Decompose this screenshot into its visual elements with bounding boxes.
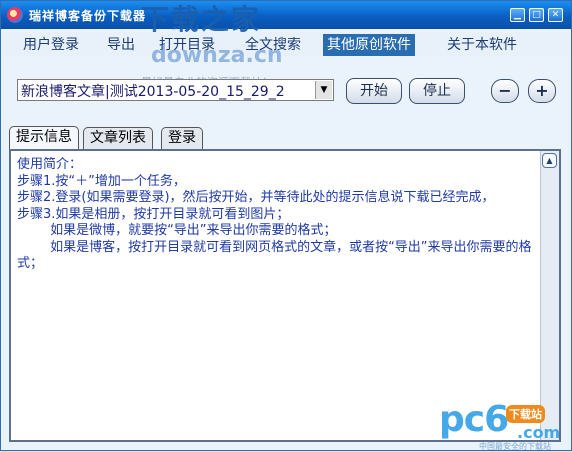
- watermark-pc6-domain: .com: [517, 423, 561, 442]
- info-line: 步骤1.按“＋”增加一个任务，: [17, 173, 186, 189]
- menu-user-login[interactable]: 用户登录: [19, 34, 83, 56]
- scroll-up-icon[interactable]: ▲: [542, 153, 557, 168]
- menu-export[interactable]: 导出: [103, 34, 139, 56]
- vertical-scrollbar[interactable]: ▲: [540, 151, 559, 440]
- info-line: 如果是博客，按打开目录就可看到网页格式的文章，或者按“导出”来导出你需要的格式；: [17, 239, 532, 272]
- tab-article-list[interactable]: 文章列表: [83, 127, 153, 149]
- app-window: 瑞祥博客备份下载器 下载之家 ▁ □ ✕ 用户登录 导出 打开目录 全文搜索 其…: [0, 0, 572, 451]
- add-task-button[interactable]: +: [528, 79, 556, 103]
- maximize-button[interactable]: □: [529, 8, 544, 22]
- title-bar[interactable]: 瑞祥博客备份下载器 下载之家 ▁ □ ✕: [1, 1, 571, 36]
- chevron-down-icon[interactable]: ▼: [315, 81, 332, 99]
- watermark-pc6-badge: 下载站: [506, 405, 545, 423]
- app-logo-icon: [7, 7, 23, 23]
- task-select[interactable]: 新浪博客文章|测试2013-05-20_15_29_2 ▼: [17, 79, 334, 101]
- start-button[interactable]: 开始: [346, 78, 402, 104]
- info-text: 使用简介： 步骤1.按“＋”增加一个任务， 步骤2.登录(如果需要登录)，然后按…: [17, 157, 537, 273]
- window-title: 瑞祥博客备份下载器: [29, 9, 147, 23]
- stop-button[interactable]: 停止: [409, 78, 465, 104]
- info-line: 如果是微博，就要按“导出”来导出你需要的格式；: [17, 223, 337, 238]
- menu-other-software[interactable]: 其他原创软件: [323, 34, 415, 56]
- info-line: 步骤3.如果是相册，按打开目录就可看到图片；: [17, 206, 290, 222]
- menu-bar: 用户登录 导出 打开目录 全文搜索 其他原创软件 关于本软件: [3, 32, 569, 56]
- info-line: 步骤2.登录(如果需要登录)，然后按开始，并等待此处的提示信息说下载已经完成，: [17, 190, 495, 205]
- close-button[interactable]: ✕: [548, 8, 563, 22]
- menu-about[interactable]: 关于本软件: [443, 34, 521, 56]
- tab-info[interactable]: 提示信息: [9, 126, 79, 150]
- task-select-value: 新浪博客文章|测试2013-05-20_15_29_2: [21, 84, 285, 100]
- watermark-downza-url: downza.cn: [151, 43, 283, 68]
- info-line: 使用简介：: [17, 157, 83, 172]
- remove-task-button[interactable]: −: [491, 79, 519, 103]
- watermark-pc6-logo: pc6: [439, 399, 509, 440]
- watermark-pc6-slogan: 中国最安全的下载站: [479, 442, 551, 451]
- tab-login[interactable]: 登录: [161, 127, 203, 149]
- minimize-button[interactable]: ▁: [510, 8, 525, 22]
